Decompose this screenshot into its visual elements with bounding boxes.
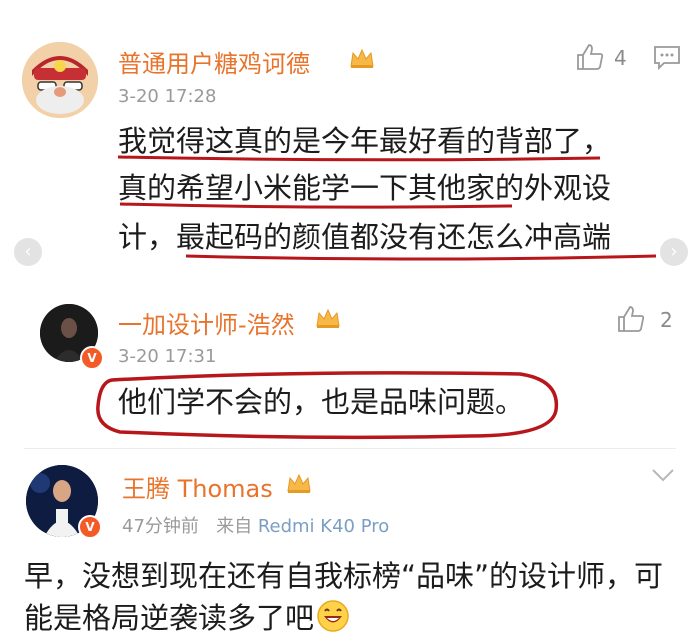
red-underline-annotations bbox=[117, 155, 657, 261]
source-device[interactable]: Redmi K40 Pro bbox=[258, 516, 389, 537]
chevron-down-icon[interactable] bbox=[650, 466, 676, 488]
scroll-right-arrow[interactable]: › bbox=[660, 238, 688, 266]
timestamp-source: 47分钟前 来自 Redmi K40 Pro bbox=[122, 512, 389, 538]
like-count: 2 bbox=[660, 308, 673, 332]
thumbs-up-icon[interactable] bbox=[616, 304, 646, 338]
username[interactable]: 王腾 Thomas bbox=[122, 469, 273, 504]
timestamp: 47分钟前 bbox=[122, 516, 199, 537]
verified-badge: V bbox=[78, 515, 102, 539]
vip-crown-icon bbox=[285, 471, 311, 495]
red-circle-annotation bbox=[96, 371, 559, 440]
comment-text-line: 能是格局逆袭读多了吧 bbox=[24, 601, 315, 635]
source-prefix: 来自 bbox=[216, 516, 253, 537]
vip-crown-icon bbox=[314, 306, 340, 330]
scroll-left-arrow[interactable]: ‹ bbox=[14, 238, 42, 266]
laughing-emoji-icon bbox=[316, 599, 350, 637]
divider bbox=[24, 448, 676, 449]
username[interactable]: 一加设计师-浩然 bbox=[118, 305, 295, 340]
comment-text-line: 早，没想到现在还有自我标榜“品味”的设计师，可 bbox=[24, 559, 664, 593]
